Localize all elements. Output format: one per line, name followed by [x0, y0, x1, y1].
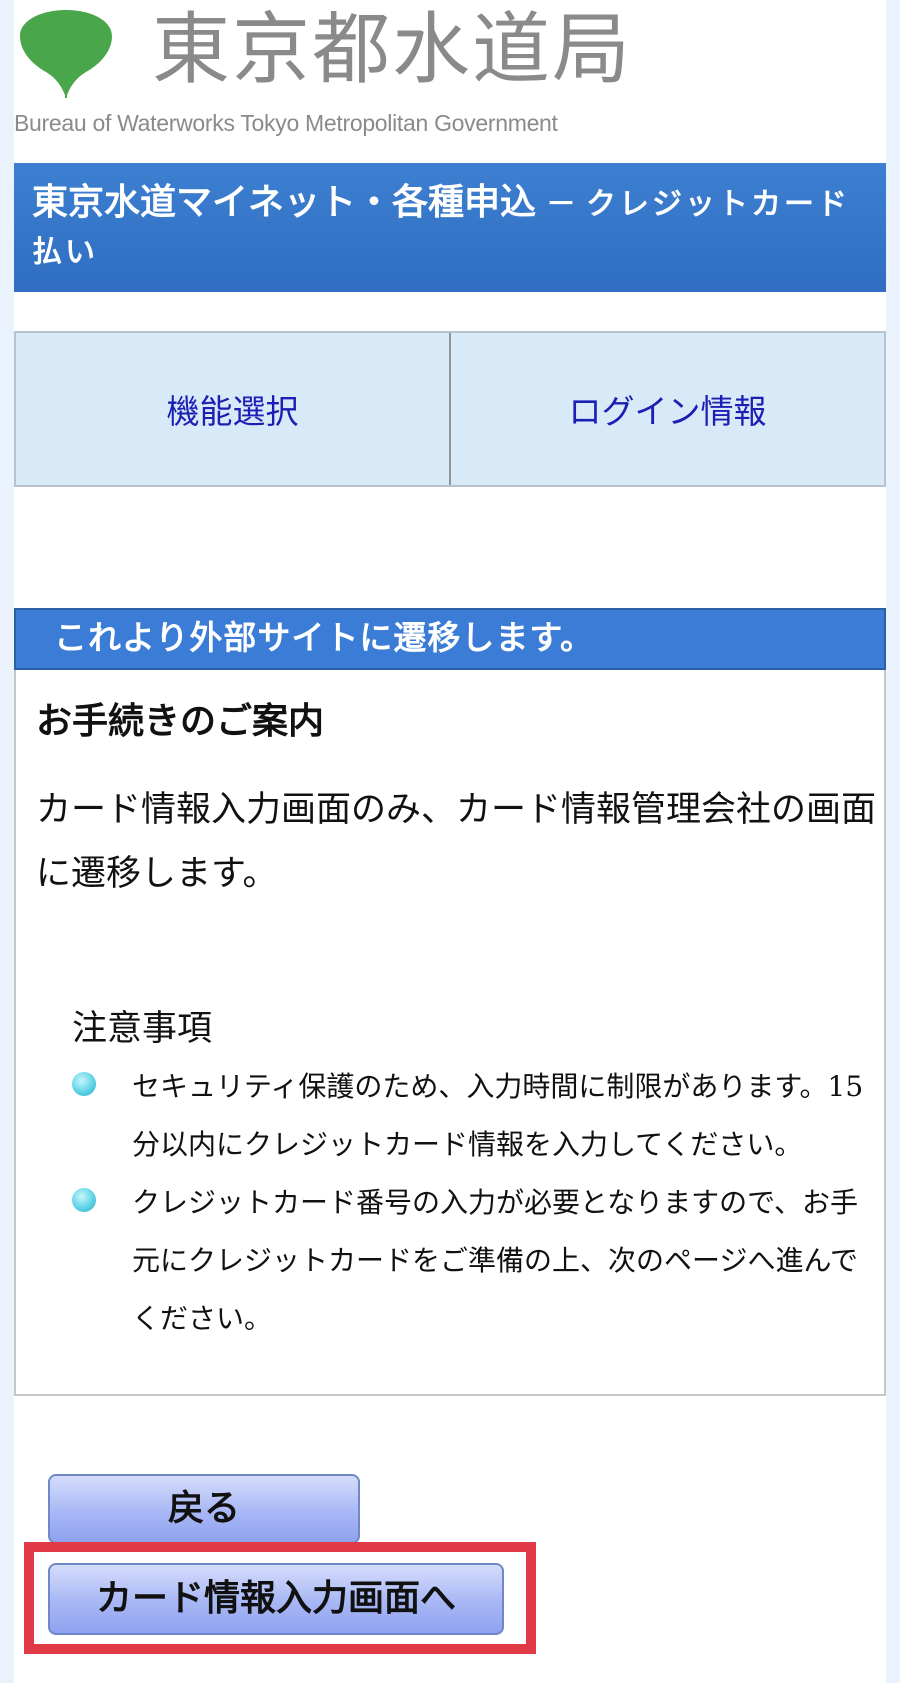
info-panel: お手続きのご案内 カード情報入力画面のみ、カード情報管理会社の画面に遷移します。… — [14, 670, 886, 1396]
page-title-bar: 東京水道マイネット・各種申込－クレジットカード払い — [14, 163, 886, 292]
title-separator: － — [546, 187, 577, 222]
ginkgo-leaf-icon — [20, 10, 112, 98]
nav-tabs: 機能選択 ログイン情報 — [14, 331, 886, 487]
tab-login-info[interactable]: ログイン情報 — [449, 333, 884, 485]
tab-function-select[interactable]: 機能選択 — [16, 333, 449, 485]
site-logo[interactable]: 東京都水道局 Bureau of Waterworks Tokyo Metrop… — [14, 0, 886, 150]
card-entry-button[interactable]: カード情報入力画面へ — [48, 1563, 504, 1635]
bullet-icon — [72, 1072, 96, 1096]
page-title: 東京水道マイネット・各種申込 — [32, 181, 537, 223]
logo-title: 東京都水道局 — [152, 5, 633, 95]
notes-title: 注意事項 — [72, 1009, 213, 1049]
bullet-icon — [72, 1188, 96, 1212]
info-heading: お手続きのご案内 — [36, 700, 325, 742]
info-body-text: カード情報入力画面のみ、カード情報管理会社の画面に遷移します。 — [36, 790, 877, 894]
back-button[interactable]: 戻る — [48, 1474, 360, 1544]
section-heading: これより外部サイトに遷移します。 — [14, 608, 886, 670]
page: 東京都水道局 Bureau of Waterworks Tokyo Metrop… — [14, 0, 886, 1683]
note-text: セキュリティ保護のため、入力時間に制限があります。15分以内にクレジットカード情… — [132, 1070, 864, 1161]
logo-subtitle: Bureau of Waterworks Tokyo Metropolitan … — [14, 110, 558, 136]
note-text: クレジットカード番号の入力が必要となりますので、お手元にクレジットカードをご準備… — [132, 1186, 859, 1335]
